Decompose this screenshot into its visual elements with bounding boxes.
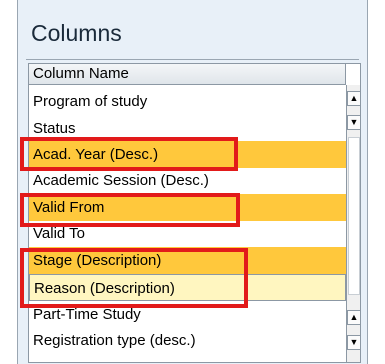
triangle-down-icon: ▼: [349, 337, 359, 347]
vertical-scrollbar[interactable]: ▲ ▼: [346, 85, 360, 315]
scroll-down-button-lower[interactable]: ▼: [347, 335, 360, 350]
highlight-box: [20, 193, 240, 227]
highlight-box: [20, 248, 248, 308]
list-item[interactable]: Registration type (desc.): [29, 327, 346, 354]
triangle-up-icon: ▲: [349, 312, 359, 322]
triangle-up-icon: ▲: [349, 93, 359, 103]
scroll-down-button[interactable]: ▼: [347, 115, 360, 130]
scroll-up-button-lower[interactable]: ▲: [347, 310, 360, 325]
highlight-box: [20, 137, 238, 171]
scroll-track[interactable]: [348, 137, 360, 295]
list-item[interactable]: Program of study: [29, 88, 346, 115]
triangle-down-icon: ▼: [349, 117, 359, 127]
vertical-scrollbar-lower[interactable]: ▲ ▼: [346, 302, 360, 362]
panel-title: Columns: [31, 20, 122, 46]
column-header-name[interactable]: Column Name: [29, 64, 346, 85]
title-divider: [26, 59, 359, 60]
list-item[interactable]: Academic Session (Desc.): [29, 167, 346, 194]
scroll-up-button[interactable]: ▲: [347, 91, 360, 106]
columns-panel: Columns Column Name Program of study Sta…: [17, 0, 368, 364]
